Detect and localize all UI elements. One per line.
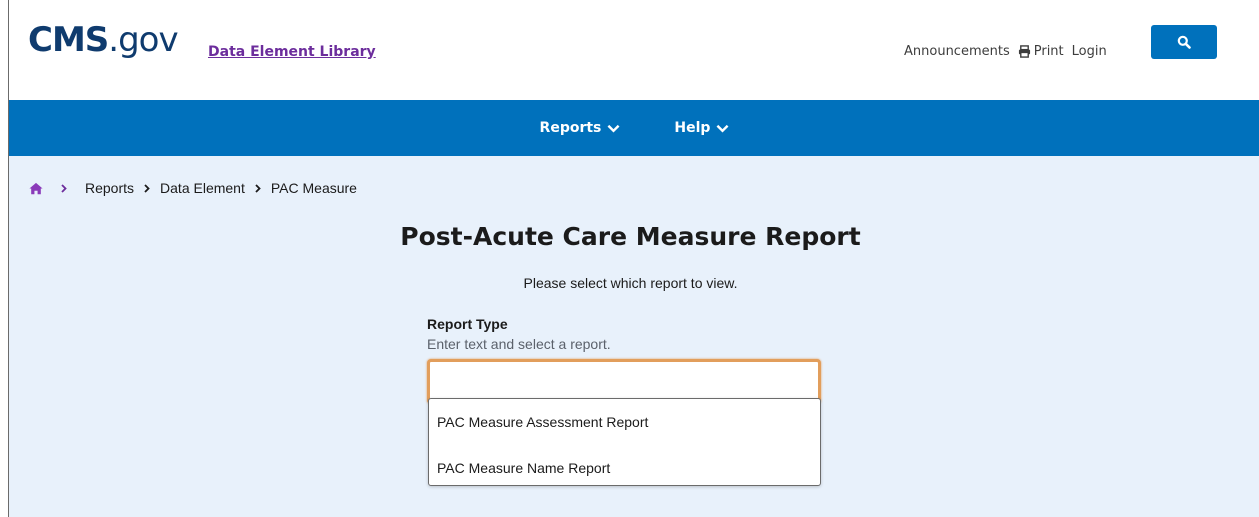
- chevron-right-icon: [255, 183, 261, 193]
- search-button[interactable]: [1151, 25, 1217, 59]
- login-link[interactable]: Login: [1072, 44, 1107, 59]
- option-pac-measure-assessment-report[interactable]: PAC Measure Assessment Report: [429, 399, 820, 445]
- page-title: Post-Acute Care Measure Report: [400, 222, 861, 251]
- browser-frame: CMS .gov Data Element Library Announcemen…: [8, 0, 1259, 517]
- search-icon: [1177, 35, 1191, 49]
- print-icon: [1018, 45, 1030, 58]
- announcements-link[interactable]: Announcements: [904, 44, 1010, 59]
- main-content: Reports Data Element PAC Measure Post-Ac…: [9, 156, 1259, 517]
- page-subtitle: Please select which report to view.: [523, 275, 738, 291]
- breadcrumb-data-element[interactable]: Data Element: [160, 180, 245, 196]
- breadcrumb-pac-measure: PAC Measure: [270, 180, 357, 196]
- chevron-down-icon: [607, 124, 620, 133]
- nav-help[interactable]: Help: [674, 120, 729, 136]
- chevron-right-icon: [144, 183, 150, 193]
- breadcrumb: Reports Data Element PAC Measure: [29, 180, 367, 196]
- utility-nav: Announcements Print Login: [904, 44, 1115, 59]
- print-link[interactable]: Print: [1018, 44, 1064, 59]
- home-icon[interactable]: [29, 182, 43, 195]
- report-type-dropdown: PAC Measure Assessment Report PAC Measur…: [428, 398, 821, 486]
- option-pac-measure-name-report[interactable]: PAC Measure Name Report: [429, 445, 820, 491]
- report-type-label: Report Type: [427, 316, 508, 332]
- site-header: CMS .gov Data Element Library Announcemen…: [9, 0, 1259, 100]
- logo-gov-text: .gov: [108, 20, 178, 60]
- cms-logo[interactable]: CMS .gov: [28, 20, 179, 64]
- nav-reports[interactable]: Reports: [540, 120, 621, 136]
- chevron-right-icon: [61, 183, 67, 193]
- nav-help-label: Help: [674, 120, 711, 136]
- data-element-library-link[interactable]: Data Element Library: [208, 44, 376, 60]
- chevron-down-icon: [716, 124, 729, 133]
- nav-reports-label: Reports: [539, 120, 602, 136]
- breadcrumb-reports[interactable]: Reports: [85, 180, 134, 196]
- main-nav: Reports Help: [9, 100, 1259, 156]
- logo-cms-text: CMS: [28, 20, 109, 60]
- report-type-hint: Enter text and select a report.: [427, 336, 611, 352]
- print-label: Print: [1033, 44, 1064, 59]
- report-type-input[interactable]: [430, 362, 818, 401]
